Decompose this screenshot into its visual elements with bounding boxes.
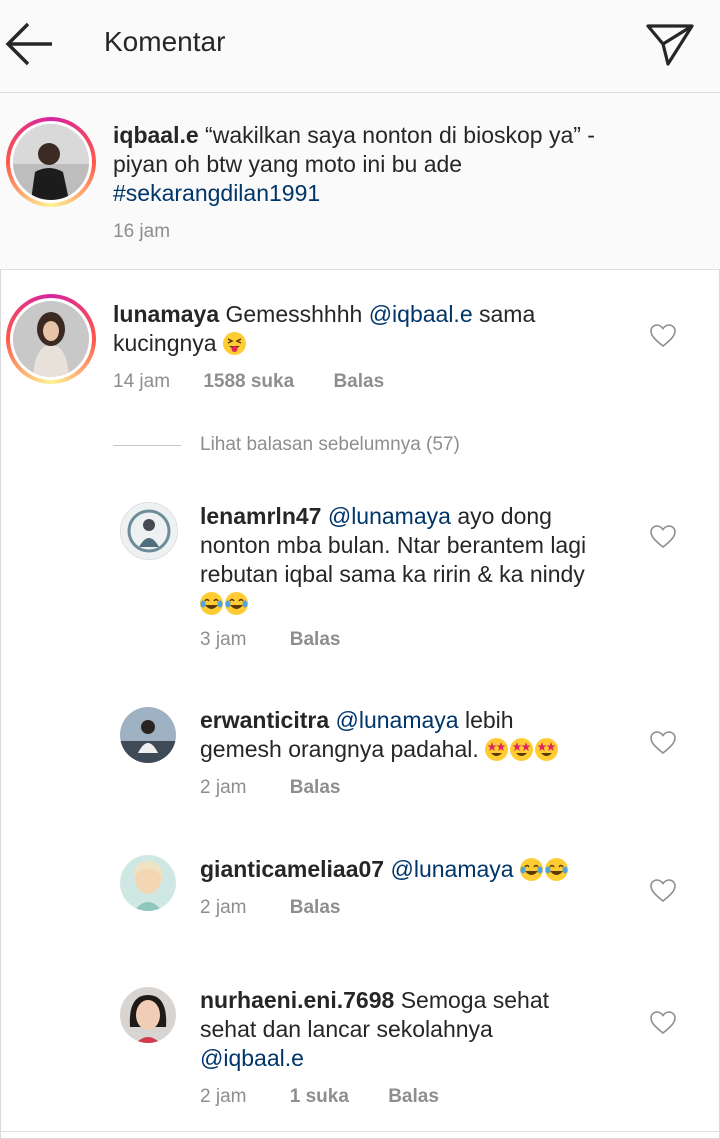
star-struck-emoji	[510, 738, 534, 761]
avatar-photo-icon	[13, 124, 89, 200]
reply-time: 2 jam	[200, 897, 247, 918]
avatar-photo-icon	[120, 855, 176, 911]
comment-text: lunamaya Gemesshhhh @iqbaal.e sama kucin…	[113, 300, 613, 358]
reply-reply-button[interactable]: Balas	[290, 897, 341, 918]
share-button[interactable]	[644, 18, 696, 70]
reply-text: erwanticitra @lunamaya lebih gemesh oran…	[200, 706, 600, 764]
reply-reply-button[interactable]: Balas	[290, 629, 341, 650]
comment-meta: 14 jam 1588 suka Balas	[113, 371, 384, 393]
heart-icon[interactable]	[650, 1011, 676, 1035]
arrow-left-icon	[5, 22, 52, 66]
reply-time: 3 jam	[200, 629, 247, 650]
reply-mention[interactable]: @lunamaya	[391, 856, 514, 882]
reply-likes[interactable]: 1 suka	[290, 1086, 349, 1107]
reply-username[interactable]: erwanticitra	[200, 707, 329, 733]
comment-likes[interactable]: 1588 suka	[203, 371, 294, 392]
reply-mention[interactable]: @lunamaya	[336, 707, 459, 733]
heart-icon[interactable]	[650, 731, 676, 755]
caption-hashtag[interactable]: #sekarangdilan1991	[113, 180, 320, 206]
star-struck-emoji	[535, 738, 559, 761]
reply-mention[interactable]: @iqbaal.e	[200, 1045, 304, 1071]
caption-username[interactable]: iqbaal.e	[113, 122, 199, 148]
reply-meta: 2 jam 1 suka Balas	[200, 1086, 439, 1108]
reply-username[interactable]: nurhaeni.eni.7698	[200, 987, 394, 1013]
reply-reply-button[interactable]: Balas	[290, 777, 341, 798]
reply-meta: 2 jam Balas	[200, 897, 340, 919]
avatar-erwanticitra[interactable]	[120, 707, 176, 763]
reply-text: lenamrln47 @lunamaya ayo dong nonton mba…	[200, 502, 600, 618]
heart-icon[interactable]	[650, 324, 676, 348]
reply-mention[interactable]: @lunamaya	[328, 503, 451, 529]
reply-time: 2 jam	[200, 1086, 247, 1107]
reply-username[interactable]: gianticameliaa07	[200, 856, 384, 882]
bottom-divider	[0, 1131, 720, 1132]
reply-reply-button[interactable]: Balas	[388, 1086, 439, 1107]
avatar-photo-icon	[120, 707, 176, 763]
avatar-gianticameliaa07[interactable]	[120, 855, 176, 911]
comment-mention[interactable]: @iqbaal.e	[369, 301, 473, 327]
heart-icon[interactable]	[650, 879, 676, 903]
reply-text: gianticameliaa07 @lunamaya	[200, 855, 630, 884]
tears-of-joy-emoji	[544, 858, 568, 881]
back-button[interactable]	[4, 20, 56, 68]
comment-body-start: Gemesshhhh	[225, 301, 363, 327]
comment-time: 14 jam	[113, 371, 171, 392]
avatar-iqbaal[interactable]	[6, 117, 96, 207]
reply-text: nurhaeni.eni.7698 Semoga sehat sehat dan…	[200, 986, 600, 1073]
avatar-nurhaeni[interactable]	[120, 987, 176, 1043]
paper-plane-icon	[646, 24, 694, 66]
tears-of-joy-emoji	[519, 858, 543, 881]
reply-meta: 3 jam Balas	[200, 629, 340, 651]
avatar-photo-icon	[120, 987, 176, 1043]
avatar-photo-icon	[121, 503, 177, 559]
replies-divider	[113, 445, 181, 446]
caption-time: 16 jam	[113, 221, 171, 242]
reply-time: 2 jam	[200, 777, 247, 798]
avatar-lunamaya[interactable]	[6, 294, 96, 384]
tears-of-joy-emoji	[225, 592, 248, 615]
squinting-tongue-emoji	[222, 332, 246, 355]
heart-icon[interactable]	[650, 525, 676, 549]
top-bar: Komentar	[0, 0, 720, 93]
caption-text: iqbaal.e “wakilkan saya nonton di biosko…	[113, 121, 603, 208]
comment-username[interactable]: lunamaya	[113, 301, 219, 327]
reply-meta: 2 jam Balas	[200, 777, 340, 799]
page-title: Komentar	[104, 26, 226, 57]
avatar-lenamrln47[interactable]	[120, 502, 178, 560]
tears-of-joy-emoji	[200, 592, 223, 615]
view-previous-replies[interactable]: Lihat balasan sebelumnya (57)	[200, 434, 460, 456]
reply-username[interactable]: lenamrln47	[200, 503, 321, 529]
star-struck-emoji	[485, 738, 509, 761]
comment-reply-button[interactable]: Balas	[333, 371, 384, 392]
avatar-photo-icon	[13, 301, 89, 377]
